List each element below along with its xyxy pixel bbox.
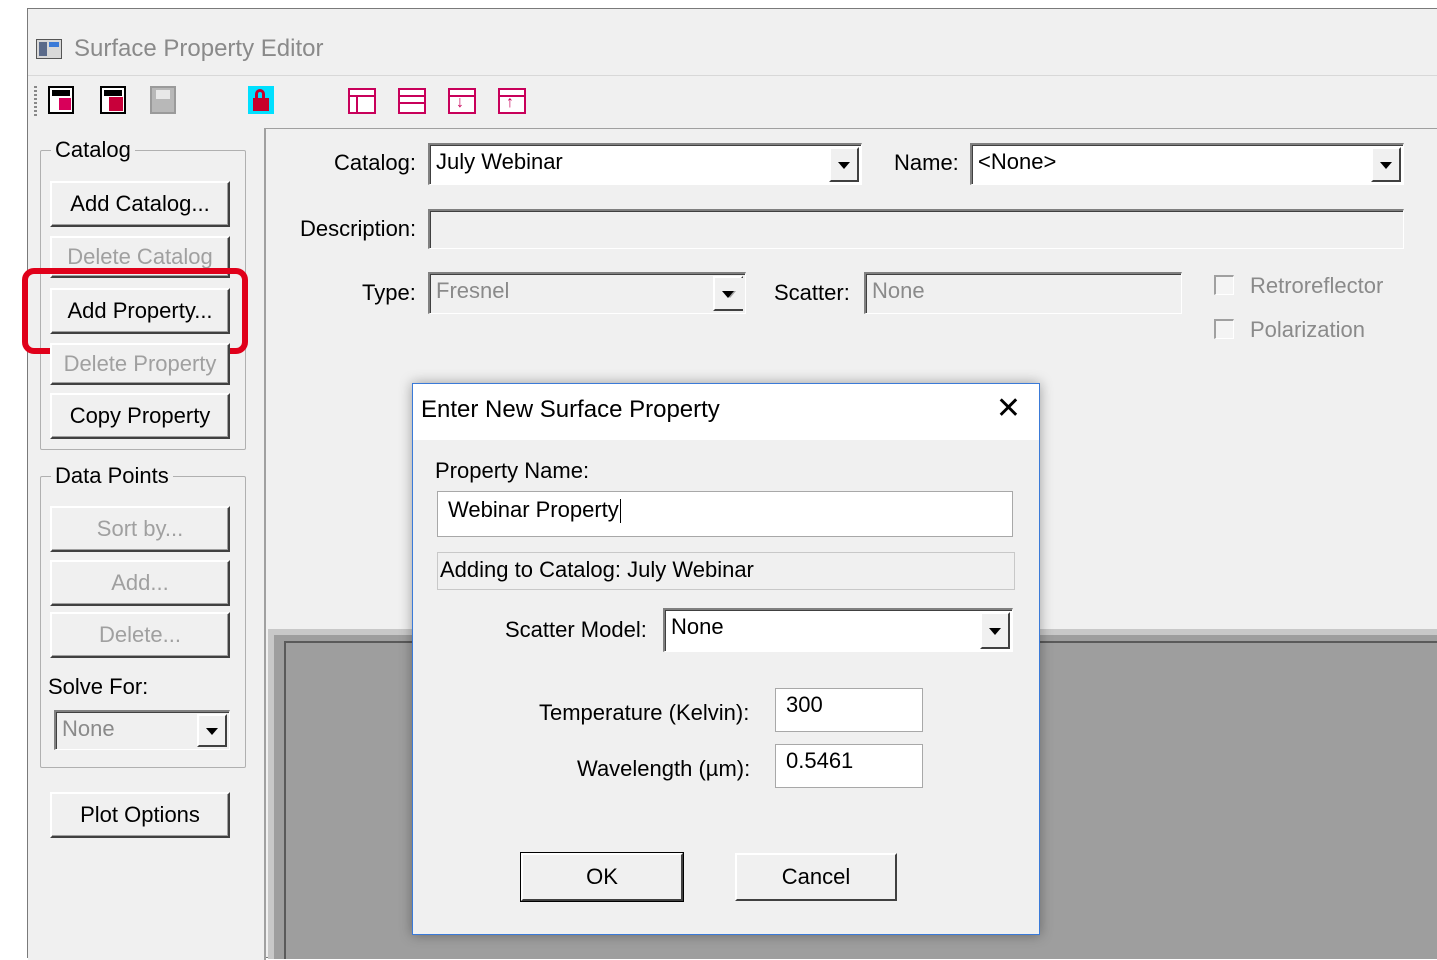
layout-2-icon[interactable] <box>398 88 426 114</box>
import-catalog-icon[interactable] <box>100 86 126 114</box>
scatter-value: None <box>872 278 925 303</box>
left-panel: Catalog Add Catalog... Delete Catalog Ad… <box>22 128 266 960</box>
temperature-label: Temperature (Kelvin): <box>539 700 750 725</box>
type-label: Type: <box>362 280 416 305</box>
highlight-annotation <box>22 268 248 354</box>
dialog-title: Enter New Surface Property <box>421 396 720 423</box>
add-point-button[interactable]: Add... <box>50 560 230 606</box>
layout-1-icon[interactable] <box>348 88 376 114</box>
property-name-value: Webinar Property <box>448 497 619 522</box>
enter-new-surface-property-dialog: Enter New Surface Property ✕ Property Na… <box>412 383 1040 935</box>
retroreflector-label: Retroreflector <box>1250 273 1384 298</box>
name-label: Name: <box>894 150 959 175</box>
catalog-value: July Webinar <box>436 149 563 174</box>
type-dropdown[interactable]: Fresnel <box>428 272 746 314</box>
chevron-down-icon[interactable] <box>829 147 859 182</box>
retroreflector-checkbox[interactable] <box>1214 275 1234 295</box>
solve-for-dropdown[interactable]: None <box>54 710 230 750</box>
chevron-down-icon[interactable] <box>713 276 745 311</box>
description-field[interactable] <box>428 209 1404 249</box>
dialog-title-bar: Enter New Surface Property ✕ <box>413 384 1039 440</box>
description-label: Description: <box>300 216 417 241</box>
cancel-button[interactable]: Cancel <box>735 853 897 901</box>
property-name-label: Property Name: <box>435 458 590 483</box>
catalog-group-label: Catalog <box>51 137 135 163</box>
chevron-down-icon[interactable] <box>980 612 1010 649</box>
delete-property-button[interactable]: Delete Property <box>50 343 230 385</box>
app-icon <box>36 39 62 59</box>
layout-4-icon[interactable] <box>498 88 526 114</box>
window-title: Surface Property Editor <box>74 35 324 62</box>
catalog-label: Catalog: <box>334 150 416 175</box>
copy-property-button[interactable]: Copy Property <box>50 393 230 439</box>
property-name-input[interactable]: Webinar Property <box>437 491 1013 537</box>
wavelength-input[interactable]: 0.5461 <box>775 744 923 788</box>
scatter-label: Scatter: <box>774 280 850 305</box>
data-points-group-label: Data Points <box>51 463 173 489</box>
close-icon[interactable]: ✕ <box>996 394 1021 424</box>
title-bar: Surface Property Editor <box>28 9 1437 75</box>
ok-button[interactable]: OK <box>520 852 684 902</box>
plot-options-button[interactable]: Plot Options <box>50 792 230 838</box>
sort-by-button[interactable]: Sort by... <box>50 506 230 552</box>
name-value: <None> <box>978 149 1057 174</box>
scatter-model-dropdown[interactable]: None <box>663 608 1013 652</box>
toolbar <box>28 75 1437 129</box>
chevron-down-icon[interactable] <box>197 714 227 747</box>
type-value: Fresnel <box>436 278 510 303</box>
polarization-checkbox[interactable] <box>1214 319 1234 339</box>
temperature-input[interactable]: 300 <box>775 688 923 732</box>
delete-point-button[interactable]: Delete... <box>50 612 230 658</box>
chevron-down-icon[interactable] <box>1371 147 1401 182</box>
open-catalog-icon[interactable] <box>48 86 74 114</box>
scatter-model-label: Scatter Model: <box>505 617 647 642</box>
save-icon[interactable] <box>150 86 176 114</box>
solve-for-value: None <box>62 716 115 741</box>
lock-icon[interactable] <box>248 86 274 114</box>
adding-to-catalog-text: Adding to Catalog: July Webinar <box>437 552 1015 590</box>
text-caret <box>619 499 621 524</box>
scatter-field[interactable]: None <box>864 272 1182 314</box>
add-catalog-button[interactable]: Add Catalog... <box>50 181 230 227</box>
solve-for-label: Solve For: <box>48 674 149 699</box>
toolbar-grip[interactable] <box>34 86 37 116</box>
catalog-dropdown[interactable]: July Webinar <box>428 143 862 185</box>
scatter-model-value: None <box>671 614 724 639</box>
name-dropdown[interactable]: <None> <box>970 143 1404 185</box>
wavelength-label: Wavelength (µm): <box>577 756 751 781</box>
layout-3-icon[interactable] <box>448 88 476 114</box>
polarization-label: Polarization <box>1250 317 1365 342</box>
